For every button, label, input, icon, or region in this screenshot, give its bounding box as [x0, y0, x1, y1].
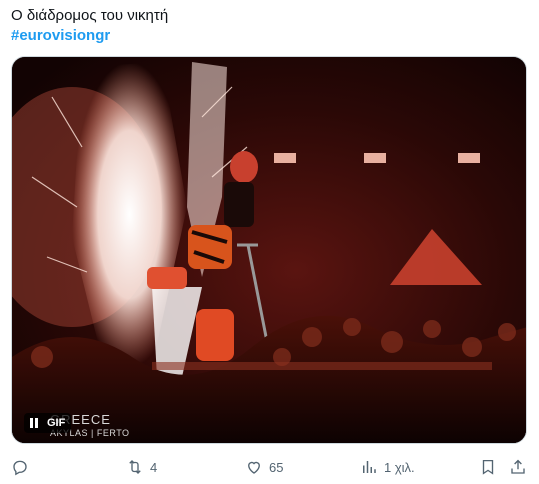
- bookmark-button[interactable]: [479, 454, 497, 480]
- like-count: 65: [269, 459, 284, 475]
- repost-button[interactable]: 4: [126, 454, 157, 480]
- like-button[interactable]: 65: [245, 454, 283, 480]
- gif-controls[interactable]: GIF: [24, 413, 72, 433]
- heart-icon: [248, 461, 260, 474]
- views-button[interactable]: 1 χιλ.: [360, 454, 415, 480]
- repost-icon: [129, 460, 141, 474]
- bookmark-icon: [482, 459, 494, 475]
- pause-icon[interactable]: [30, 418, 39, 428]
- action-bar: 4 65 1 χιλ.: [0, 454, 539, 480]
- analytics-icon: [363, 461, 376, 473]
- tweet-text: Ο διάδρομος του νικητή: [11, 7, 169, 24]
- repost-count: 4: [150, 459, 158, 475]
- gif-media[interactable]: GREECE AKYLAS | FERTO GIF: [11, 56, 527, 444]
- share-button[interactable]: [509, 454, 527, 480]
- concert-scene: [12, 57, 526, 443]
- share-icon: [511, 459, 525, 474]
- reply-icon: [13, 460, 27, 476]
- gif-badge: GIF: [47, 417, 66, 429]
- reply-button[interactable]: [11, 454, 35, 480]
- view-count: 1 χιλ.: [384, 459, 415, 475]
- hashtag-link[interactable]: #eurovisiongr: [11, 26, 110, 46]
